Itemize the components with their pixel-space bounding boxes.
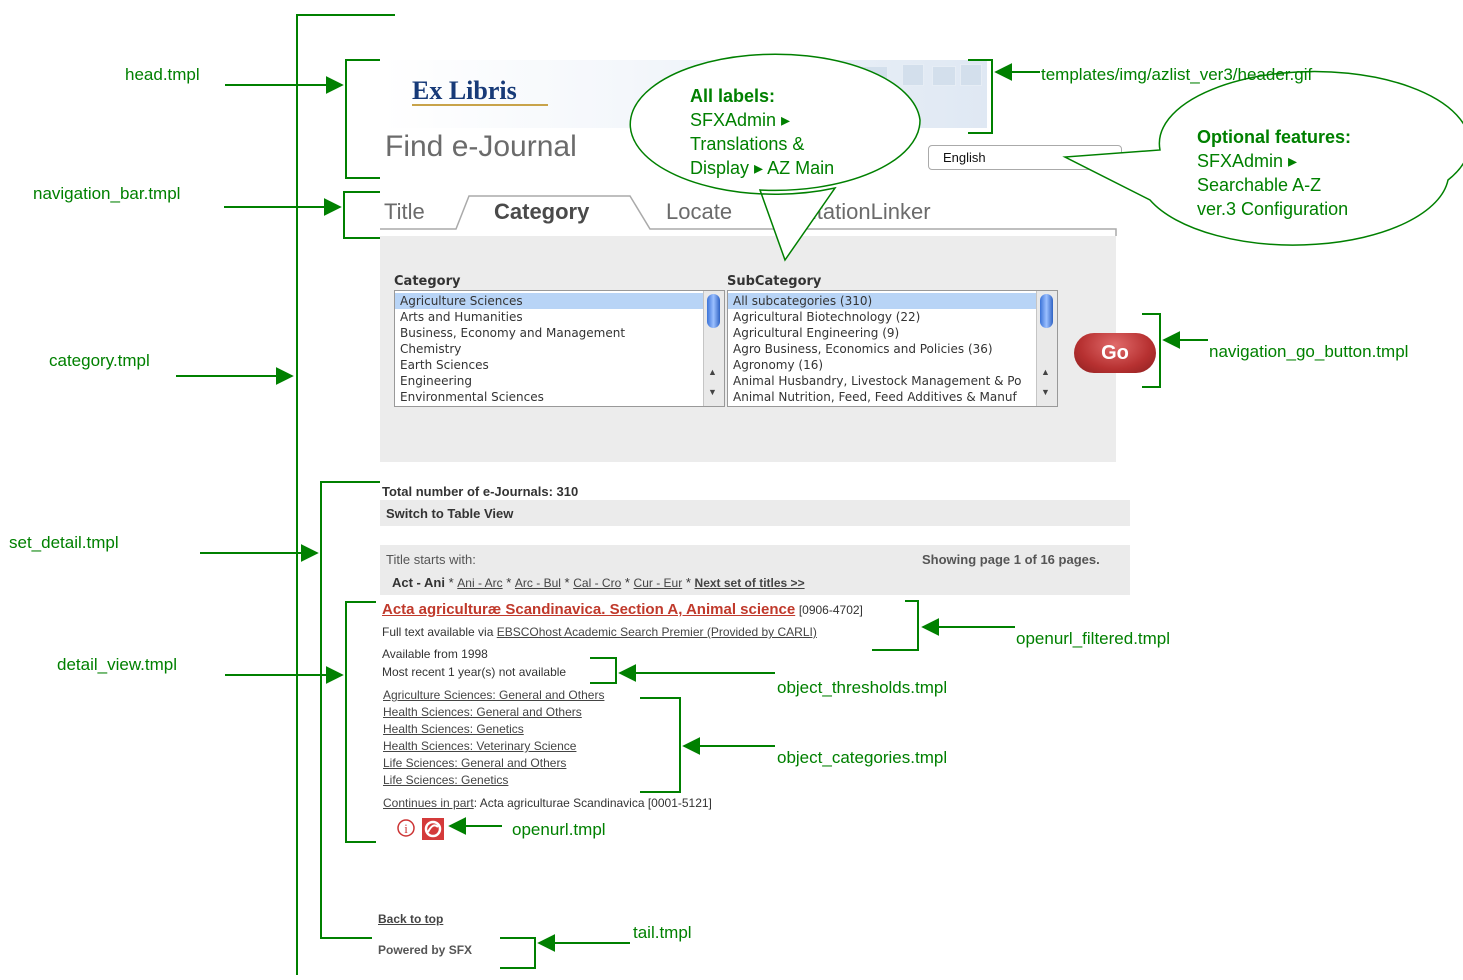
continues-row: Continues in part: Acta agriculturae Sca… (383, 796, 712, 810)
category-option[interactable]: Environmental Sciences (395, 389, 724, 405)
subcategory-option[interactable]: All subcategories (310) (728, 293, 1057, 309)
tab-locate[interactable]: Locate (666, 199, 732, 225)
subcategory-header: SubCategory (727, 274, 822, 289)
journal-category-link[interactable]: Health Sciences: Genetics (383, 721, 604, 738)
subcategory-option[interactable]: Agricultural Biotechnology (22) (728, 309, 1057, 325)
category-option[interactable]: Arts and Humanities (395, 309, 724, 325)
ex-libris-logo: Ex Libris (412, 76, 517, 105)
features-callout-text: Optional features: SFXAdmin ▸ Searchable… (1197, 127, 1352, 219)
page-title: Find e-Journal (385, 130, 577, 163)
total-count: Total number of e-Journals: 310 (382, 484, 579, 499)
fulltext-link[interactable]: EBSCOhost Academic Search Premier (Provi… (497, 625, 817, 639)
language-select[interactable]: English (928, 145, 1122, 170)
category-option[interactable]: Chemistry (395, 341, 724, 357)
category-option[interactable]: Business, Economy and Management (395, 325, 724, 341)
subcategory-option[interactable]: Animal Husbandry, Livestock Management &… (728, 373, 1057, 389)
tab-citationlinker[interactable]: CitationLinker (796, 199, 931, 225)
category-option[interactable]: Engineering (395, 373, 724, 389)
subcategory-option[interactable]: Animal Nutrition, Feed, Feed Additives &… (728, 389, 1057, 405)
openurl-filtered-template-label: openurl_filtered.tmpl (1016, 629, 1171, 648)
most-recent: Most recent 1 year(s) not available (382, 665, 567, 679)
range-link[interactable]: Cur - Eur (634, 576, 683, 590)
category-header: Category (394, 274, 461, 289)
journal-category-link[interactable]: Health Sciences: General and Others (383, 704, 604, 721)
head-template-label: head.tmpl (125, 65, 200, 84)
subcategory-list[interactable]: All subcategories (310) Agricultural Biot… (727, 290, 1058, 407)
switch-table-view-link[interactable]: Switch to Table View (386, 506, 513, 521)
journal-title-link[interactable]: Acta agriculturæ Scandinavica. Section A… (382, 601, 795, 618)
title-starts-label: Title starts with: (386, 552, 476, 567)
range-current: Act - Ani (392, 575, 445, 590)
range-link[interactable]: Ani - Arc (457, 576, 502, 590)
tab-category[interactable]: Category (494, 199, 589, 225)
available-from: Available from 1998 (382, 647, 488, 661)
journal-issn: [0906-4702] (798, 603, 863, 617)
category-list[interactable]: Agriculture Sciences Arts and Humanities B… (394, 290, 725, 407)
subcategory-option[interactable]: Agro Business, Economics and Policies (3… (728, 341, 1057, 357)
set-detail-template-label: set_detail.tmpl (9, 533, 119, 552)
range-link[interactable]: Cal - Cro (573, 576, 621, 590)
journal-category-list: Agriculture Sciences: General and Others… (383, 687, 604, 789)
fulltext-row: Full text available via EBSCOhost Academ… (382, 625, 817, 639)
journal-category-link[interactable]: Life Sciences: Genetics (383, 772, 604, 789)
openurl-template-label: openurl.tmpl (512, 820, 606, 839)
go-button-template-label: navigation_go_button.tmpl (1209, 342, 1409, 361)
language-value: English (943, 150, 986, 165)
continues-link[interactable]: Continues in part (383, 796, 474, 810)
category-option[interactable]: Earth Sciences (395, 357, 724, 373)
svg-text:i: i (404, 821, 408, 836)
journal-category-link[interactable]: Agriculture Sciences: General and Others (383, 687, 604, 704)
object-categories-template-label: object_categories.tmpl (777, 748, 948, 767)
journal-title-row: Acta agriculturæ Scandinavica. Section A… (382, 601, 863, 618)
title-range-nav: Act - Ani * Ani - Arc * Arc - Bul * Cal … (392, 575, 805, 590)
journal-category-link[interactable]: Health Sciences: Veterinary Science (383, 738, 604, 755)
back-to-top-link[interactable]: Back to top (378, 912, 443, 926)
category-template-label: category.tmpl (49, 351, 150, 370)
powered-by: Powered by SFX (378, 943, 473, 957)
logo-underline (412, 104, 548, 106)
info-icon[interactable]: i (397, 819, 415, 837)
fulltext-prefix: Full text available via (382, 625, 494, 639)
next-set-link[interactable]: Next set of titles >> (695, 576, 805, 590)
subcategory-option[interactable]: Agronomy (16) (728, 357, 1057, 373)
labels-callout-text: All labels: SFXAdmin ▸ Translations & Di… (690, 86, 835, 178)
tab-title[interactable]: Title (384, 199, 425, 225)
navigation-bar-template-label: navigation_bar.tmpl (33, 184, 181, 203)
go-button[interactable]: Go (1074, 333, 1156, 373)
continues-rest: : Acta agriculturae Scandinavica [0001-5… (473, 796, 712, 810)
page-status: Showing page 1 of 16 pages. (922, 552, 1100, 567)
openurl-icons: i (397, 818, 444, 840)
object-thresholds-template-label: object_thresholds.tmpl (777, 678, 948, 697)
subcategory-option[interactable]: Agricultural Engineering (9) (728, 325, 1057, 341)
tail-template-label: tail.tmpl (633, 923, 692, 942)
category-option[interactable]: Agriculture Sciences (395, 293, 724, 309)
header-gif-label: templates/img/azlist_ver3/header.gif (1041, 65, 1313, 84)
journal-category-link[interactable]: Life Sciences: General and Others (383, 755, 604, 772)
range-link[interactable]: Arc - Bul (515, 576, 561, 590)
sfx-icon[interactable] (422, 818, 444, 840)
detail-view-template-label: detail_view.tmpl (57, 655, 178, 674)
